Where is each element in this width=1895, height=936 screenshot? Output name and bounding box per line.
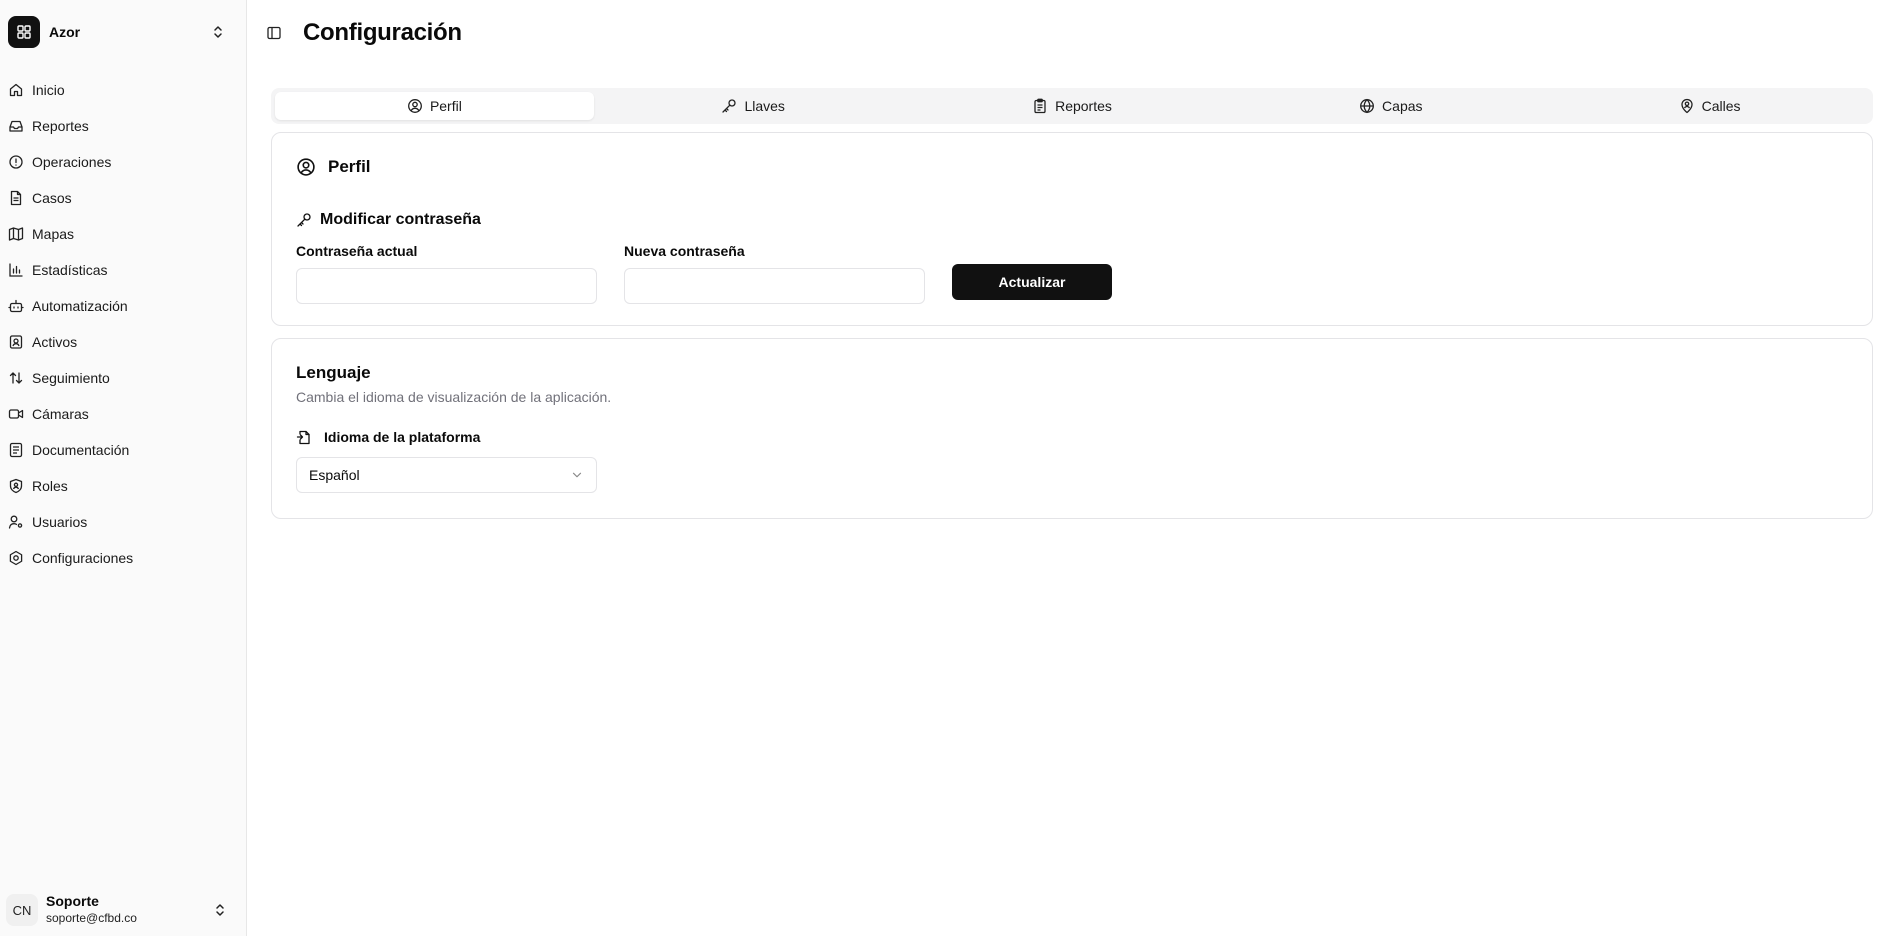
tab-capas[interactable]: Capas [1231, 92, 1550, 120]
video-icon [8, 406, 24, 422]
sidebar-item-operaciones[interactable]: Operaciones [6, 144, 240, 180]
tab-reportes[interactable]: Reportes [913, 92, 1232, 120]
contact-icon [8, 334, 24, 350]
sidebar-item-inicio[interactable]: Inicio [6, 72, 240, 108]
workspace-name: Azor [49, 24, 81, 40]
tab-label: Perfil [429, 98, 462, 114]
key-icon [722, 99, 737, 113]
user-circle-icon [297, 158, 315, 176]
clipboard-icon [1034, 98, 1046, 114]
arrow-up-down-icon [8, 370, 24, 386]
chevrons-up-down-icon [212, 902, 228, 918]
sidebar-item-label: Roles [32, 478, 68, 494]
sidebar-item-label: Seguimiento [32, 370, 110, 386]
tab-llaves[interactable]: Llaves [594, 92, 913, 120]
sidebar-nav: Inicio Reportes Operaciones Casos Mapas … [0, 72, 246, 576]
sidebar-item-label: Documentación [32, 442, 130, 458]
sidebar: Azor Inicio Reportes Operaciones Casos M… [0, 0, 247, 936]
chevron-down-icon [572, 472, 582, 478]
tab-label: Calles [1701, 98, 1741, 114]
sidebar-item-activos[interactable]: Activos [6, 324, 240, 360]
tab-calles[interactable]: Calles [1550, 92, 1869, 120]
sidebar-item-documentacion[interactable]: Documentación [6, 432, 240, 468]
sidebar-item-label: Configuraciones [32, 550, 134, 566]
sidebar-item-label: Usuarios [32, 514, 88, 530]
key-icon [297, 213, 311, 227]
sidebar-item-casos[interactable]: Casos [6, 180, 240, 216]
user-circle-icon [407, 99, 422, 113]
bar-chart-icon [8, 262, 24, 278]
sidebar-item-usuarios[interactable]: Usuarios [6, 504, 240, 540]
user-info: Soporte soporte@cfbd.co [46, 893, 212, 927]
sidebar-item-label: Estadísticas [32, 262, 108, 278]
sidebar-item-label: Reportes [32, 118, 89, 134]
password-section-header: Modificar contraseña [296, 211, 481, 229]
sidebar-toggle-button[interactable] [265, 24, 283, 42]
tab-label: Capas [1382, 98, 1423, 114]
globe-icon [1360, 98, 1374, 114]
user-name: Soporte [46, 893, 99, 909]
language-card-title: Lenguaje [296, 363, 371, 382]
new-password-label: Nueva contraseña [624, 243, 745, 259]
language-field-header: Idioma de la plataforma [296, 429, 480, 445]
profile-card-title: Perfil [328, 157, 371, 176]
settings-tabs: Perfil Llaves Reportes Capas Calles [271, 88, 1873, 124]
sidebar-item-automatizacion[interactable]: Automatización [6, 288, 240, 324]
alert-circle-icon [8, 154, 24, 170]
sidebar-item-seguimiento[interactable]: Seguimiento [6, 360, 240, 396]
book-text-icon [8, 442, 24, 458]
avatar: CN [6, 894, 38, 926]
workspace-switcher[interactable]: Azor [6, 8, 240, 56]
password-section-title: Modificar contraseña [320, 211, 481, 228]
sidebar-item-mapas[interactable]: Mapas [6, 216, 240, 252]
home-icon [8, 82, 24, 98]
sidebar-item-label: Mapas [32, 226, 75, 242]
sidebar-item-label: Inicio [32, 82, 65, 98]
grid-logo-icon [8, 16, 40, 48]
chevrons-up-down-icon [210, 24, 226, 40]
new-password-input[interactable] [624, 268, 925, 304]
sidebar-item-label: Operaciones [32, 154, 112, 170]
sidebar-item-label: Activos [32, 334, 78, 350]
language-card-description: Cambia el idioma de visualización de la … [296, 389, 612, 405]
sidebar-item-estadisticas[interactable]: Estadísticas [6, 252, 240, 288]
language-card: Lenguaje Cambia el idioma de visualizaci… [271, 338, 1873, 519]
user-cog-icon [8, 514, 24, 530]
sidebar-item-label: Cámaras [32, 406, 89, 422]
panel-left-icon [267, 26, 281, 40]
profile-card: Perfil Modificar contraseña Contraseña a… [271, 132, 1873, 326]
language-select-value: Español [309, 467, 360, 483]
bot-icon [8, 298, 24, 314]
settings-icon [8, 550, 24, 566]
new-password-field: Nueva contraseña [624, 243, 925, 304]
tab-perfil[interactable]: Perfil [275, 92, 594, 120]
app-root: Azor Inicio Reportes Operaciones Casos M… [0, 0, 1895, 936]
language-select[interactable]: Español [296, 457, 597, 493]
language-field-label: Idioma de la plataforma [324, 429, 481, 445]
page-title: Configuración [303, 19, 462, 46]
current-password-field: Contraseña actual [296, 243, 597, 304]
sidebar-item-reportes[interactable]: Reportes [6, 108, 240, 144]
shield-user-icon [8, 478, 24, 494]
user-email: soporte@cfbd.co [46, 911, 137, 925]
sidebar-item-roles[interactable]: Roles [6, 468, 240, 504]
update-password-button[interactable]: Actualizar [952, 264, 1112, 300]
file-text-icon [8, 190, 24, 206]
user-menu[interactable]: CN Soporte soporte@cfbd.co [6, 888, 240, 932]
topbar: Configuración [247, 0, 1895, 66]
map-icon [8, 226, 24, 242]
current-password-label: Contraseña actual [296, 243, 418, 259]
map-pin-user-icon [1680, 98, 1693, 114]
current-password-input[interactable] [296, 268, 597, 304]
sidebar-item-configuraciones[interactable]: Configuraciones [6, 540, 240, 576]
main-content: Configuración Perfil Llaves Reportes Cap… [247, 0, 1895, 936]
file-input-icon [296, 430, 310, 445]
profile-card-header: Perfil [296, 157, 371, 177]
sidebar-item-camaras[interactable]: Cámaras [6, 396, 240, 432]
tab-label: Reportes [1055, 98, 1112, 114]
sidebar-item-label: Casos [32, 190, 72, 206]
inbox-icon [8, 118, 24, 134]
tab-label: Llaves [744, 98, 785, 114]
sidebar-item-label: Automatización [32, 298, 128, 314]
